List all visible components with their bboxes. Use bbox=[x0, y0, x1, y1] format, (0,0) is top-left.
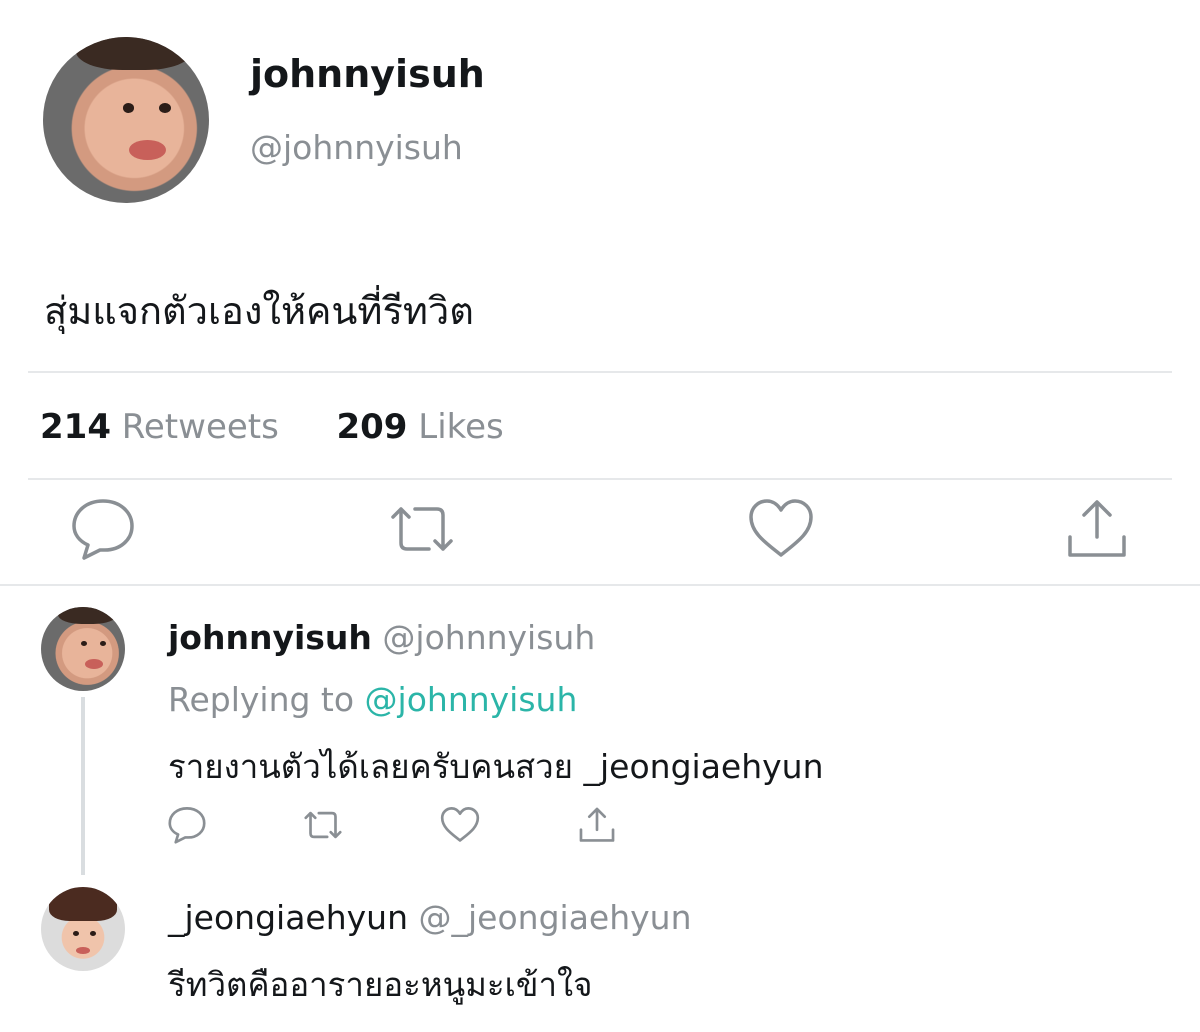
divider bbox=[28, 371, 1172, 373]
reply-handle[interactable]: @johnnyisuh bbox=[382, 618, 595, 657]
retweet-icon bbox=[385, 499, 459, 563]
reply-button[interactable] bbox=[66, 496, 140, 566]
reply-header: johnnyisuh @johnnyisuh bbox=[168, 618, 595, 657]
retweet-icon bbox=[301, 807, 345, 847]
heart-icon bbox=[746, 497, 816, 565]
reply-retweet-button[interactable] bbox=[298, 806, 348, 848]
reply-text: รายงานตัวได้เลยครับคนสวย _jeongiaehyun bbox=[168, 747, 824, 786]
reply-share-button[interactable] bbox=[574, 806, 620, 848]
retweet-button[interactable] bbox=[382, 498, 462, 564]
replying-to-link[interactable]: @johnnyisuh bbox=[365, 680, 578, 719]
heart-icon bbox=[439, 806, 481, 848]
divider bbox=[0, 584, 1200, 586]
retweets-label[interactable]: Retweets bbox=[122, 407, 279, 447]
reply-icon bbox=[70, 497, 136, 565]
share-icon bbox=[577, 806, 617, 848]
likes-count[interactable]: 209 bbox=[336, 407, 407, 447]
tweet-text: สุ่มแจกตัวเองให้คนที่รีทวิต bbox=[44, 289, 474, 333]
replying-prefix: Replying to bbox=[168, 680, 355, 719]
likes-label[interactable]: Likes bbox=[418, 407, 504, 447]
like-button[interactable] bbox=[744, 496, 818, 566]
reply2-display-name[interactable]: _jeongiaehyun bbox=[168, 898, 408, 937]
share-button[interactable] bbox=[1060, 496, 1134, 566]
reply-like-button[interactable] bbox=[436, 806, 484, 848]
reply-icon bbox=[167, 806, 207, 848]
author-display-name[interactable]: johnnyisuh bbox=[250, 52, 485, 96]
divider bbox=[28, 478, 1172, 480]
author-avatar[interactable] bbox=[43, 37, 209, 203]
reply-reply-button[interactable] bbox=[164, 806, 210, 848]
reply2-header: _jeongiaehyun @_jeongiaehyun bbox=[168, 898, 692, 937]
author-handle[interactable]: @johnnyisuh bbox=[250, 128, 463, 167]
share-icon bbox=[1064, 497, 1130, 565]
retweets-count[interactable]: 214 bbox=[40, 407, 111, 447]
tweet-stats: 214 Retweets 209 Likes bbox=[40, 407, 504, 447]
reply2-avatar[interactable] bbox=[41, 887, 125, 971]
thread-connector bbox=[81, 697, 85, 875]
reply2-text: รีทวิตคืออารายอะหนูมะเข้าใจ bbox=[168, 965, 593, 1004]
reply-display-name[interactable]: johnnyisuh bbox=[168, 618, 372, 657]
replying-to: Replying to @johnnyisuh bbox=[168, 680, 577, 719]
reply-avatar[interactable] bbox=[41, 607, 125, 691]
reply2-handle[interactable]: @_jeongiaehyun bbox=[419, 898, 692, 937]
